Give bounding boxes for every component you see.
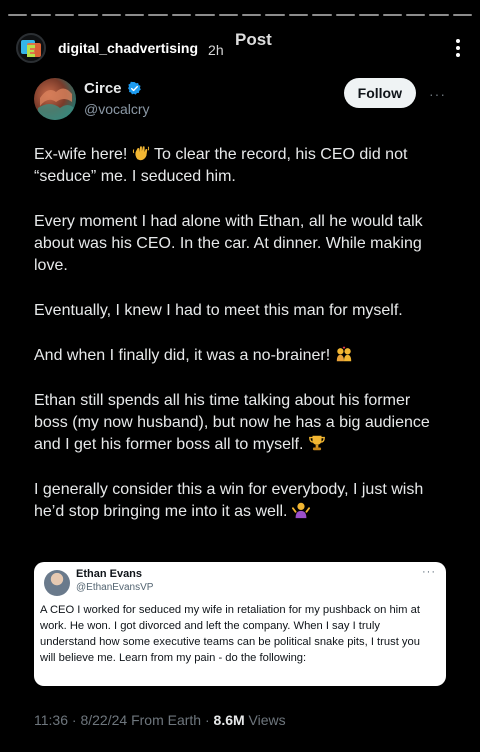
tweet-card: Circe @vocalcry Follow ··· Ex-wife here!… xyxy=(20,68,460,740)
tweet-more-icon[interactable]: ··· xyxy=(429,86,446,102)
trophy-icon xyxy=(309,435,325,451)
story-progress-segment xyxy=(101,14,122,16)
story-username[interactable]: digital_chadvertising xyxy=(58,40,198,56)
tweet-paragraph: And when I finally did, it was a no-brai… xyxy=(34,345,446,367)
shrug-icon xyxy=(291,502,310,519)
tweet-views-label: Views xyxy=(248,712,286,728)
story-progress-segment xyxy=(382,14,402,16)
tweet-paragraph-text: Every moment I had alone with Ethan, all… xyxy=(34,213,423,274)
tweet-paragraph: Every moment I had alone with Ethan, all… xyxy=(34,211,446,277)
tweet-paragraph-text: Eventually, I knew I had to meet this ma… xyxy=(34,302,403,319)
quoted-author-avatar xyxy=(44,570,70,596)
story-progress-segment xyxy=(452,14,473,16)
story-progress-segment xyxy=(242,14,262,16)
story-overlay-label: Post xyxy=(235,30,272,49)
avatar-artwork-icon xyxy=(38,88,74,120)
quoted-tweet-card[interactable]: Ethan Evans @EthanEvansVP ··· A CEO I wo… xyxy=(34,562,446,686)
story-header: digital_chadvertising 2h Post xyxy=(16,30,468,66)
tweet-views-count: 8.6M xyxy=(213,712,245,728)
story-more-menu-icon[interactable] xyxy=(448,33,468,63)
tweet-paragraph: I generally consider this a win for ever… xyxy=(34,479,446,523)
story-progress-segment xyxy=(265,14,285,16)
story-progress-segment xyxy=(195,14,215,16)
tweet-author-row: Circe @vocalcry Follow ··· xyxy=(34,78,446,122)
story-progress-segment xyxy=(54,14,75,16)
tweet-source: From Earth xyxy=(131,712,202,728)
couple-kiss-icon xyxy=(336,346,351,362)
story-progress-segment xyxy=(125,14,145,16)
tweet-paragraph-text: And when I finally did, it was a no-brai… xyxy=(34,347,335,364)
tweet-author-handle[interactable]: @vocalcry xyxy=(84,101,150,117)
tweet-paragraph: Ex-wife here! To clear the record, his C… xyxy=(34,144,446,188)
tweet-time[interactable]: 11:36 xyxy=(34,712,68,728)
tweet-date[interactable]: 8/22/24 xyxy=(80,712,127,728)
story-progress-segment xyxy=(171,14,192,16)
story-progress-segment xyxy=(218,14,239,16)
verified-badge-icon xyxy=(127,81,141,95)
tweet-meta: 11:36 · 8/22/24 From Earth · 8.6M Views xyxy=(34,712,286,728)
waving-hand-icon xyxy=(132,146,149,161)
follow-button[interactable]: Follow xyxy=(343,78,416,108)
story-progress-segment xyxy=(359,14,379,16)
story-progress-segment xyxy=(429,14,449,16)
story-progress-segment xyxy=(8,14,28,16)
tweet-paragraph: Eventually, I knew I had to meet this ma… xyxy=(34,300,446,322)
story-progress-segment xyxy=(335,14,356,16)
tweet-paragraph-text: Ex-wife here! xyxy=(34,146,132,163)
quoted-tweet-text: A CEO I worked for seduced my wife in re… xyxy=(40,604,420,664)
brand-logo-icon xyxy=(21,40,41,57)
tweet-paragraph-text: Ethan still spends all his time talking … xyxy=(34,392,430,453)
tweet-body: Ex-wife here! To clear the record, his C… xyxy=(34,144,446,546)
tweet-paragraph: Ethan still spends all his time talking … xyxy=(34,390,446,456)
story-progress-segment xyxy=(31,14,51,16)
story-avatar[interactable] xyxy=(16,33,46,63)
story-progress-segment xyxy=(78,14,98,16)
story-progress-segment xyxy=(312,14,332,16)
story-progress-segment xyxy=(288,14,309,16)
quoted-more-icon: ··· xyxy=(422,566,436,578)
story-time: 2h xyxy=(208,42,224,58)
story-progress-bars xyxy=(8,14,473,16)
quoted-author-name: Ethan Evans xyxy=(76,568,143,580)
tweet-author-name[interactable]: Circe xyxy=(84,80,122,97)
story-progress-segment xyxy=(148,14,168,16)
quoted-author-handle: @EthanEvansVP xyxy=(76,582,154,593)
tweet-paragraph-text: I generally consider this a win for ever… xyxy=(34,481,424,520)
tweet-author-avatar[interactable] xyxy=(34,78,76,120)
story-progress-segment xyxy=(405,14,426,16)
